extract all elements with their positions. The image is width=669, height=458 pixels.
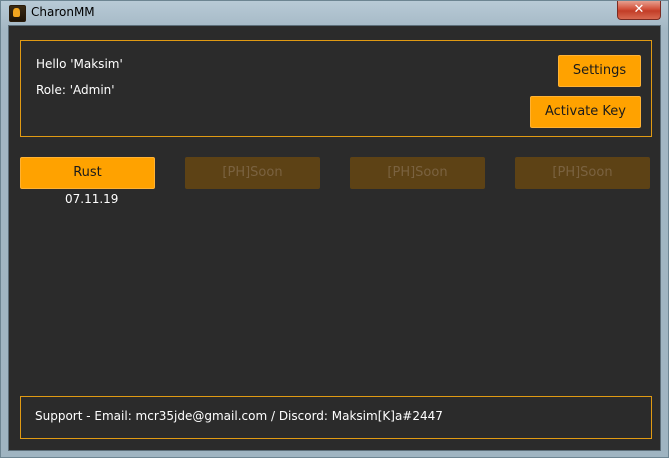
support-panel: Support - Email: mcr35jde@gmail.com / Di… bbox=[20, 396, 652, 439]
greeting-text: Hello 'Maksim' bbox=[36, 57, 123, 71]
game-button-soon-3: [PH]Soon bbox=[515, 157, 650, 189]
user-info-panel: Hello 'Maksim' Role: 'Admin' Settings Ac… bbox=[20, 40, 652, 137]
game-button-rust[interactable]: Rust bbox=[20, 157, 155, 189]
game-button-soon-1: [PH]Soon bbox=[185, 157, 320, 189]
app-window: CharonMM ✕ Hello 'Maksim' Role: 'Admin' … bbox=[0, 0, 669, 458]
close-button[interactable]: ✕ bbox=[617, 1, 661, 20]
title-bar[interactable]: CharonMM ✕ bbox=[1, 1, 668, 25]
role-text: Role: 'Admin' bbox=[36, 83, 115, 97]
settings-button[interactable]: Settings bbox=[558, 55, 641, 87]
game-button-soon-2: [PH]Soon bbox=[350, 157, 485, 189]
activate-key-button[interactable]: Activate Key bbox=[530, 96, 641, 128]
main-content: Hello 'Maksim' Role: 'Admin' Settings Ac… bbox=[8, 25, 661, 451]
app-logo-icon bbox=[9, 5, 26, 22]
rust-date-label: 07.11.19 bbox=[65, 192, 119, 206]
support-text: Support - Email: mcr35jde@gmail.com / Di… bbox=[35, 409, 443, 423]
window-title: CharonMM bbox=[31, 5, 95, 19]
